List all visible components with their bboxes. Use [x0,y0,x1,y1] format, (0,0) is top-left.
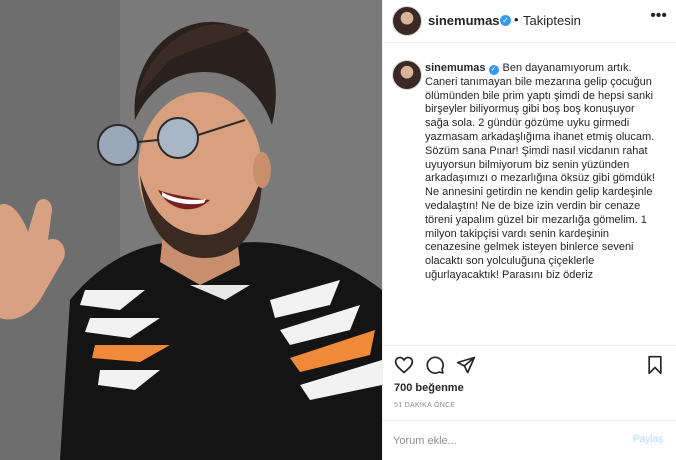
heart-icon[interactable] [394,355,414,375]
post-timestamp: 51 DAKİKA ÖNCE [394,402,456,409]
ellipsis-icon[interactable]: ••• [650,7,667,25]
header-username[interactable]: sinemumas [428,13,500,28]
paper-plane-icon[interactable] [456,355,476,375]
post-photo[interactable] [0,0,382,460]
comment-bubble-icon[interactable] [425,355,445,375]
comment-input[interactable] [393,432,583,450]
post-header: sinemumas ✓ • Takiptesin ••• [383,0,676,43]
caption-text: Ben dayanamıyorum artık. Caneri tanımaya… [425,62,655,281]
like-count[interactable]: 700 beğenme [394,382,464,394]
instagram-post-modal: sinemumas ✓ • Takiptesin ••• sinemumas ✓ B… [0,0,676,460]
post-comment-button[interactable]: Paylaş [633,434,663,445]
caption-username[interactable]: sinemumas [425,62,486,74]
comment-bar: Paylaş [383,420,676,460]
verified-badge-icon: ✓ [488,65,499,75]
follow-status-button[interactable]: Takiptesin [523,13,581,28]
verified-badge-icon: ✓ [500,15,511,26]
post-side-panel: sinemumas ✓ • Takiptesin ••• sinemumas ✓ B… [382,0,676,460]
bookmark-icon[interactable] [645,355,665,375]
action-bar [383,345,676,382]
caption-section: sinemumas ✓ Ben dayanamıyorum artık. Caner… [383,56,676,344]
portrait-illustration [0,0,382,460]
separator-dot: • [514,12,519,27]
caption-text-block: sinemumas ✓ Ben dayanamıyorum artık. Caner… [425,62,661,283]
avatar[interactable] [392,6,422,36]
caption-avatar[interactable] [392,60,422,90]
